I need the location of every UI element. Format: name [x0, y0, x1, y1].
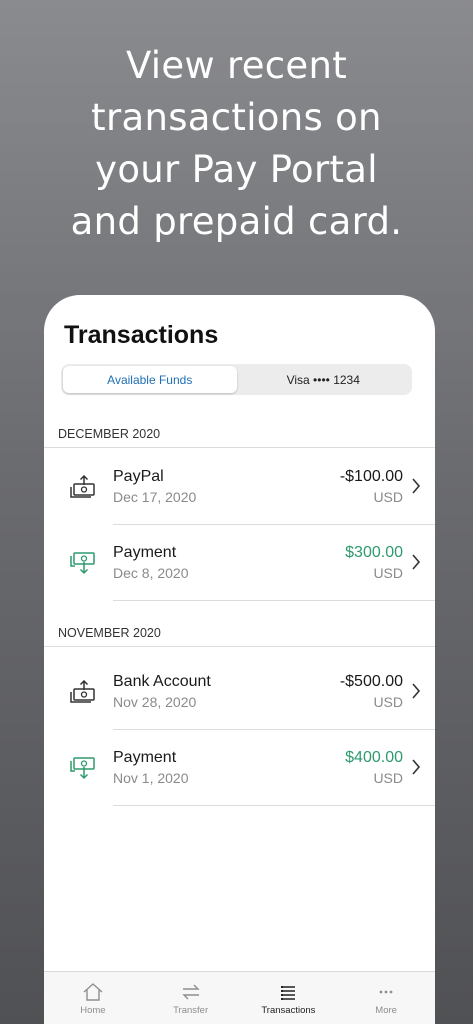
transaction-currency: USD	[373, 489, 403, 505]
transaction-name: Bank Account	[113, 673, 211, 690]
chevron-right-icon	[412, 478, 421, 494]
section-header-december: DECEMBER 2020	[44, 420, 435, 448]
home-icon	[83, 983, 103, 1001]
transaction-date: Dec 17, 2020	[113, 489, 197, 505]
segment-available-funds[interactable]: Available Funds	[63, 366, 237, 393]
transaction-amount: -$100.00	[339, 468, 403, 485]
headline-line-2: transactions on	[91, 96, 382, 139]
tab-transfer-label: Transfer	[173, 1005, 209, 1016]
transaction-date: Nov 1, 2020	[113, 770, 189, 786]
list-icon	[281, 986, 296, 1000]
transaction-name: Payment	[113, 749, 177, 766]
money-in-icon	[70, 757, 95, 780]
transaction-amount: $300.00	[345, 544, 403, 561]
row-divider	[113, 600, 435, 601]
tab-transactions[interactable]: Transactions	[240, 972, 338, 1024]
transaction-name: PayPal	[113, 468, 164, 485]
chevron-right-icon	[412, 554, 421, 570]
transaction-date: Dec 8, 2020	[113, 565, 189, 581]
headline-line-1: View recent	[125, 44, 348, 87]
transaction-amount: $400.00	[345, 749, 403, 766]
tab-home[interactable]: Home	[44, 972, 142, 1024]
tab-transfer[interactable]: Transfer	[142, 972, 240, 1024]
transaction-currency: USD	[373, 770, 403, 786]
money-out-icon	[70, 680, 95, 703]
transaction-row[interactable]: Payment Nov 1, 2020 $400.00 USD	[44, 730, 435, 806]
page-title: Transactions	[64, 321, 219, 349]
headline-line-4: and prepaid card.	[70, 200, 403, 243]
transaction-currency: USD	[373, 694, 403, 710]
bottom-tab-bar: Home Transfer Transactions More	[44, 971, 435, 1024]
more-icon	[379, 990, 393, 994]
chevron-right-icon	[412, 759, 421, 775]
account-segmented-control: Available Funds Visa •••• 1234	[61, 364, 412, 395]
transaction-currency: USD	[373, 565, 403, 581]
transaction-row[interactable]: PayPal Dec 17, 2020 -$100.00 USD	[44, 449, 435, 525]
tab-transactions-label: Transactions	[261, 1005, 316, 1016]
section-header-november: NOVEMBER 2020	[44, 619, 435, 647]
tab-more-label: More	[375, 1005, 397, 1016]
transaction-name: Payment	[113, 544, 177, 561]
money-out-icon	[70, 475, 95, 498]
transfer-icon	[181, 984, 200, 1000]
row-divider	[113, 805, 435, 806]
tab-home-label: Home	[80, 1005, 106, 1016]
promo-headline: View recent transactions on your Pay Por…	[0, 40, 473, 248]
money-in-icon	[70, 552, 95, 575]
segment-visa-card[interactable]: Visa •••• 1234	[237, 366, 411, 393]
transaction-row[interactable]: Bank Account Nov 28, 2020 -$500.00 USD	[44, 654, 435, 730]
transaction-date: Nov 28, 2020	[113, 694, 197, 710]
transaction-row[interactable]: Payment Dec 8, 2020 $300.00 USD	[44, 525, 435, 601]
tab-more[interactable]: More	[337, 972, 435, 1024]
transaction-amount: -$500.00	[339, 673, 403, 690]
headline-line-3: your Pay Portal	[95, 148, 378, 191]
phone-screen: Transactions Available Funds Visa •••• 1…	[44, 295, 435, 1024]
chevron-right-icon	[412, 683, 421, 699]
